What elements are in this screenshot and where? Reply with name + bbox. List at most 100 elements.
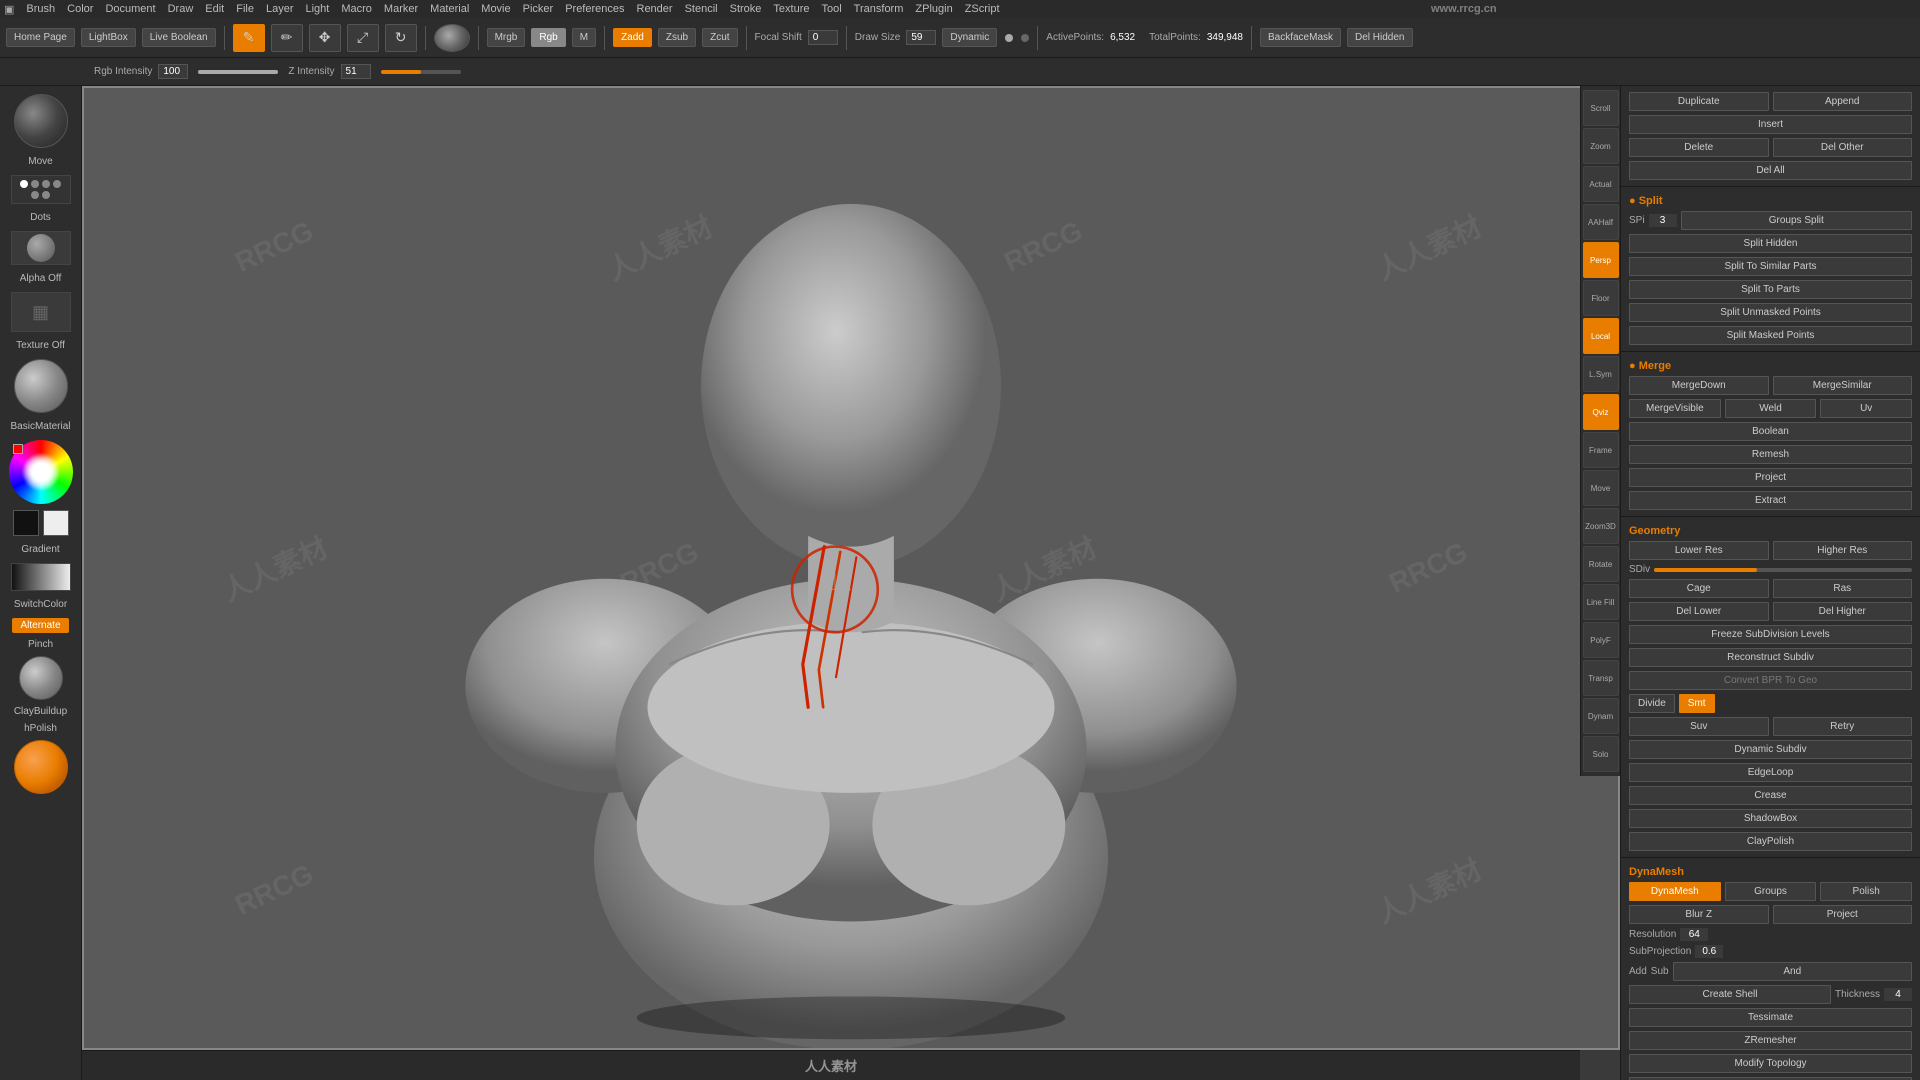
frame-btn[interactable]: Frame [1583, 432, 1619, 468]
merge-similar-button[interactable]: MergeSimilar [1773, 376, 1913, 395]
dots-selector[interactable] [11, 175, 71, 204]
del-other-button[interactable]: Del Other [1773, 138, 1913, 157]
del-all-button[interactable]: Del All [1629, 161, 1912, 180]
dot-5[interactable] [31, 191, 39, 199]
dynamic-button[interactable]: Dynamic [942, 28, 997, 47]
sdiv-slider[interactable] [1654, 568, 1912, 572]
rotate-button[interactable]: ↻ [385, 24, 417, 52]
append-button[interactable]: Append [1773, 92, 1913, 111]
dot-1[interactable] [20, 180, 28, 188]
dot-2[interactable] [31, 180, 39, 188]
zoom-btn[interactable]: Zoom [1583, 128, 1619, 164]
lsym-btn[interactable]: L.Sym [1583, 356, 1619, 392]
menu-preferences[interactable]: Preferences [565, 3, 624, 15]
line-fill-btn[interactable]: Line Fill [1583, 584, 1619, 620]
transp-btn[interactable]: Transp [1583, 660, 1619, 696]
local-btn[interactable]: Local [1583, 318, 1619, 354]
menu-stencil[interactable]: Stencil [685, 3, 718, 15]
home-page-button[interactable]: Home Page [6, 28, 75, 47]
zoom3d-btn[interactable]: Zoom3D [1583, 508, 1619, 544]
freeze-subdiv-button[interactable]: Freeze SubDivision Levels [1629, 625, 1912, 644]
menu-edit[interactable]: Edit [205, 3, 224, 15]
shadow-box-button[interactable]: ShadowBox [1629, 809, 1912, 828]
menu-document[interactable]: Document [105, 3, 155, 15]
menu-picker[interactable]: Picker [523, 3, 554, 15]
boolean-button[interactable]: Boolean [1629, 422, 1912, 441]
del-hidden-button[interactable]: Del Hidden [1347, 28, 1412, 47]
draw-size-value[interactable]: 59 [906, 30, 936, 45]
menu-material[interactable]: Material [430, 3, 469, 15]
menu-marker[interactable]: Marker [384, 3, 418, 15]
duplicate-button[interactable]: Duplicate [1629, 92, 1769, 111]
texture-box[interactable]: ▦ [11, 292, 71, 332]
scale-button[interactable]: ⤢ [347, 24, 379, 52]
move-view-btn[interactable]: Move [1583, 470, 1619, 506]
swatch-white[interactable] [43, 510, 69, 536]
actual-btn[interactable]: Actual [1583, 166, 1619, 202]
ras-button[interactable]: Ras [1773, 579, 1913, 598]
swatch-black[interactable] [13, 510, 39, 536]
solo-btn[interactable]: Solo [1583, 736, 1619, 772]
spi-value[interactable]: 3 [1649, 214, 1677, 227]
move-button[interactable]: ✥ [309, 24, 341, 52]
dot-6[interactable] [42, 191, 50, 199]
dot-3[interactable] [42, 180, 50, 188]
menu-tool[interactable]: Tool [821, 3, 841, 15]
persp-btn[interactable]: Persp [1583, 242, 1619, 278]
merge-visible-button[interactable]: MergeVisible [1629, 399, 1721, 418]
draw-button[interactable]: ✏ [271, 24, 303, 52]
menu-stroke[interactable]: Stroke [730, 3, 762, 15]
groups-split-button[interactable]: Groups Split [1681, 211, 1912, 230]
project-button[interactable]: Project [1629, 468, 1912, 487]
split-masked-button[interactable]: Split Masked Points [1629, 326, 1912, 345]
menu-zplugin[interactable]: ZPlugin [915, 3, 952, 15]
main-viewport[interactable]: RRCG人人素材RRCG人人素材 人人素材RRCG人人素材RRCG RRCG人人… [82, 86, 1620, 1050]
split-unmasked-button[interactable]: Split Unmasked Points [1629, 303, 1912, 322]
del-lower-button[interactable]: Del Lower [1629, 602, 1769, 621]
menu-transform[interactable]: Transform [854, 3, 904, 15]
tessimate-button[interactable]: Tessimate [1629, 1008, 1912, 1027]
edge-loop-button[interactable]: EdgeLoop [1629, 763, 1912, 782]
merge-down-button[interactable]: MergeDown [1629, 376, 1769, 395]
qviz-btn[interactable]: Qviz [1583, 394, 1619, 430]
polish-button[interactable]: Polish [1820, 882, 1912, 901]
menu-color[interactable]: Color [67, 3, 93, 15]
light-box-button[interactable]: LightBox [81, 28, 136, 47]
menu-macro[interactable]: Macro [341, 3, 372, 15]
split-to-parts-button[interactable]: Split To Parts [1629, 280, 1912, 299]
menu-layer[interactable]: Layer [266, 3, 294, 15]
rgb-button[interactable]: Rgb [531, 28, 565, 47]
zsub-button[interactable]: Zsub [658, 28, 696, 47]
backface-mask-button[interactable]: BackfaceMask [1260, 28, 1341, 47]
clay-buildup-sphere[interactable] [19, 656, 63, 700]
thickness-value[interactable]: 4 [1884, 988, 1912, 1001]
remesh-button[interactable]: Remesh [1629, 445, 1912, 464]
sub-projection-value[interactable]: 0.6 [1695, 945, 1723, 958]
pinch-button[interactable]: Pinch [28, 639, 53, 650]
insert-button[interactable]: Insert [1629, 115, 1912, 134]
delete-button[interactable]: Delete [1629, 138, 1769, 157]
groups-dyna-button[interactable]: Groups [1725, 882, 1817, 901]
crease-button[interactable]: Crease [1629, 786, 1912, 805]
polyf-btn[interactable]: PolyF [1583, 622, 1619, 658]
extract-button[interactable]: Extract [1629, 491, 1912, 510]
and-button[interactable]: And [1673, 962, 1912, 981]
orange-sphere[interactable] [14, 740, 68, 794]
menu-draw[interactable]: Draw [168, 3, 194, 15]
dyna-mesh-button[interactable]: DynaMesh [1629, 882, 1721, 901]
zcut-button[interactable]: Zcut [702, 28, 737, 47]
dynam-btn[interactable]: Dynam [1583, 698, 1619, 734]
higher-res-button[interactable]: Higher Res [1773, 541, 1913, 560]
divide-button[interactable]: Divide [1629, 694, 1675, 713]
uv-button[interactable]: Uv [1820, 399, 1912, 418]
menu-movie[interactable]: Movie [481, 3, 510, 15]
smt-button[interactable]: Smt [1679, 694, 1715, 713]
menu-zscript[interactable]: ZScript [965, 3, 1000, 15]
cage-button[interactable]: Cage [1629, 579, 1769, 598]
project-dyna-button[interactable]: Project [1773, 905, 1913, 924]
color-wheel[interactable] [9, 440, 73, 504]
scroll-btn[interactable]: Scroll [1583, 90, 1619, 126]
mrgb-button[interactable]: Mrgb [487, 28, 526, 47]
menu-texture[interactable]: Texture [773, 3, 809, 15]
aahalf-btn[interactable]: AAHalf [1583, 204, 1619, 240]
